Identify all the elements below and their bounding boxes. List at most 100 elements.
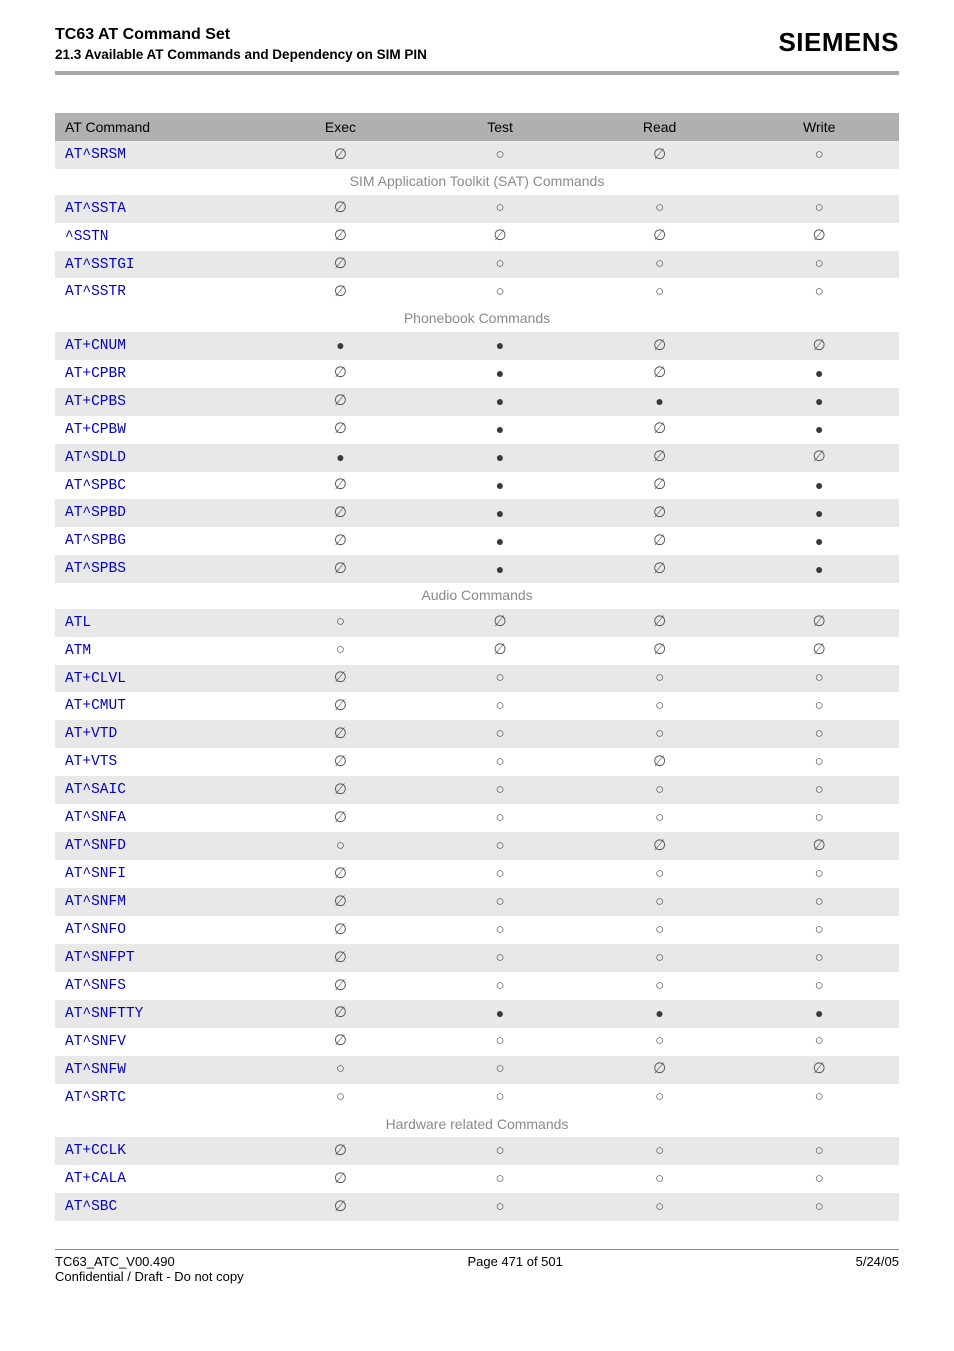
section-heading: SIM Application Toolkit (SAT) Commands: [55, 169, 899, 194]
command-link[interactable]: AT^SRTC: [65, 1090, 126, 1106]
command-link[interactable]: AT^SSTA: [65, 201, 126, 217]
command-link[interactable]: AT^SNFW: [65, 1062, 126, 1078]
command-link[interactable]: AT^SPBS: [65, 561, 126, 577]
command-link[interactable]: ATL: [65, 615, 91, 631]
not-applicable-icon: ∅: [653, 1061, 666, 1078]
command-link[interactable]: AT^SNFTTY: [65, 1006, 143, 1022]
command-link[interactable]: AT^SDLD: [65, 450, 126, 466]
supported-icon: ○: [815, 782, 824, 799]
command-link[interactable]: AT^SBC: [65, 1199, 117, 1215]
command-link[interactable]: AT^SNFI: [65, 866, 126, 882]
write-cell: ○: [739, 1028, 899, 1056]
header-rule: [55, 71, 899, 75]
col-header-write: Write: [739, 113, 899, 141]
write-cell: ∅: [739, 609, 899, 637]
section-heading-row: SIM Application Toolkit (SAT) Commands: [55, 169, 899, 194]
test-cell: ○: [420, 665, 580, 693]
table-row: AT^SNFS∅○○○: [55, 972, 899, 1000]
write-cell: ○: [739, 665, 899, 693]
command-cell: AT+CALA: [55, 1165, 261, 1193]
command-cell: AT^SNFM: [55, 888, 261, 916]
command-link[interactable]: AT+VTS: [65, 754, 117, 770]
command-link[interactable]: AT^SRSM: [65, 147, 126, 163]
write-cell: ∅: [739, 223, 899, 251]
read-cell: ●: [580, 388, 740, 416]
command-link[interactable]: AT^SNFO: [65, 922, 126, 938]
supported-icon: ○: [496, 284, 505, 301]
supported-filled-icon: ●: [815, 562, 823, 577]
command-link[interactable]: AT^SAIC: [65, 782, 126, 798]
command-link[interactable]: AT+CALA: [65, 1171, 126, 1187]
table-row: AT^SNFA∅○○○: [55, 804, 899, 832]
command-link[interactable]: AT+VTD: [65, 726, 117, 742]
exec-cell: ∅: [261, 195, 421, 223]
command-link[interactable]: AT^SSTGI: [65, 257, 135, 273]
command-link[interactable]: AT+CNUM: [65, 338, 126, 354]
command-cell: AT^SNFO: [55, 916, 261, 944]
command-link[interactable]: AT^SNFD: [65, 838, 126, 854]
command-link[interactable]: AT^SNFPT: [65, 950, 135, 966]
exec-cell: ∅: [261, 251, 421, 279]
command-link[interactable]: AT^SPBC: [65, 478, 126, 494]
not-applicable-icon: ∅: [334, 147, 347, 164]
command-link[interactable]: AT+CCLK: [65, 1143, 126, 1159]
test-cell: ●: [420, 472, 580, 500]
command-link[interactable]: AT^SSTR: [65, 284, 126, 300]
supported-icon: ○: [496, 978, 505, 995]
command-link[interactable]: AT+CPBR: [65, 366, 126, 382]
supported-icon: ○: [336, 1089, 345, 1106]
read-cell: ∅: [580, 472, 740, 500]
supported-icon: ○: [496, 810, 505, 827]
table-row: AT+CLVL∅○○○: [55, 665, 899, 693]
table-row: AT+CPBW∅●∅●: [55, 416, 899, 444]
supported-filled-icon: ●: [815, 1006, 823, 1021]
table-row: AT+CPBS∅●●●: [55, 388, 899, 416]
exec-cell: ∅: [261, 720, 421, 748]
exec-cell: ∅: [261, 388, 421, 416]
command-link[interactable]: AT^SPBD: [65, 505, 126, 521]
col-header-read: Read: [580, 113, 740, 141]
read-cell: ●: [580, 1000, 740, 1028]
footer-bottom-row: Confidential / Draft - Do not copy: [55, 1269, 899, 1284]
document-title: TC63 AT Command Set: [55, 25, 778, 46]
test-cell: ○: [420, 1084, 580, 1112]
command-link[interactable]: AT^SNFM: [65, 894, 126, 910]
not-applicable-icon: ∅: [334, 670, 347, 687]
not-applicable-icon: ∅: [653, 561, 666, 578]
command-cell: ATL: [55, 609, 261, 637]
not-applicable-icon: ∅: [334, 1033, 347, 1050]
command-link[interactable]: ^SSTN: [65, 229, 109, 245]
command-link[interactable]: AT^SNFS: [65, 978, 126, 994]
not-applicable-icon: ∅: [653, 338, 666, 355]
supported-icon: ○: [815, 1033, 824, 1050]
exec-cell: ∅: [261, 888, 421, 916]
write-cell: ∅: [739, 444, 899, 472]
test-cell: ○: [420, 776, 580, 804]
command-link[interactable]: AT^SNFA: [65, 810, 126, 826]
command-link[interactable]: AT+CLVL: [65, 671, 126, 687]
command-link[interactable]: AT+CPBS: [65, 394, 126, 410]
command-link[interactable]: AT+CMUT: [65, 698, 126, 714]
not-applicable-icon: ∅: [494, 642, 507, 659]
command-link[interactable]: ATM: [65, 643, 91, 659]
read-cell: ∅: [580, 499, 740, 527]
command-link[interactable]: AT+CPBW: [65, 422, 126, 438]
exec-cell: ●: [261, 332, 421, 360]
test-cell: ○: [420, 1165, 580, 1193]
read-cell: ○: [580, 195, 740, 223]
test-cell: ●: [420, 444, 580, 472]
supported-icon: ○: [336, 838, 345, 855]
not-applicable-icon: ∅: [653, 505, 666, 522]
command-link[interactable]: AT^SPBG: [65, 533, 126, 549]
table-row: AT^SDLD●●∅∅: [55, 444, 899, 472]
supported-icon: ○: [655, 866, 664, 883]
exec-cell: ∅: [261, 141, 421, 169]
not-applicable-icon: ∅: [334, 922, 347, 939]
test-cell: ●: [420, 499, 580, 527]
not-applicable-icon: ∅: [813, 228, 826, 245]
table-row: AT^SPBC∅●∅●: [55, 472, 899, 500]
command-link[interactable]: AT^SNFV: [65, 1034, 126, 1050]
supported-icon: ○: [655, 810, 664, 827]
not-applicable-icon: ∅: [334, 284, 347, 301]
not-applicable-icon: ∅: [334, 782, 347, 799]
